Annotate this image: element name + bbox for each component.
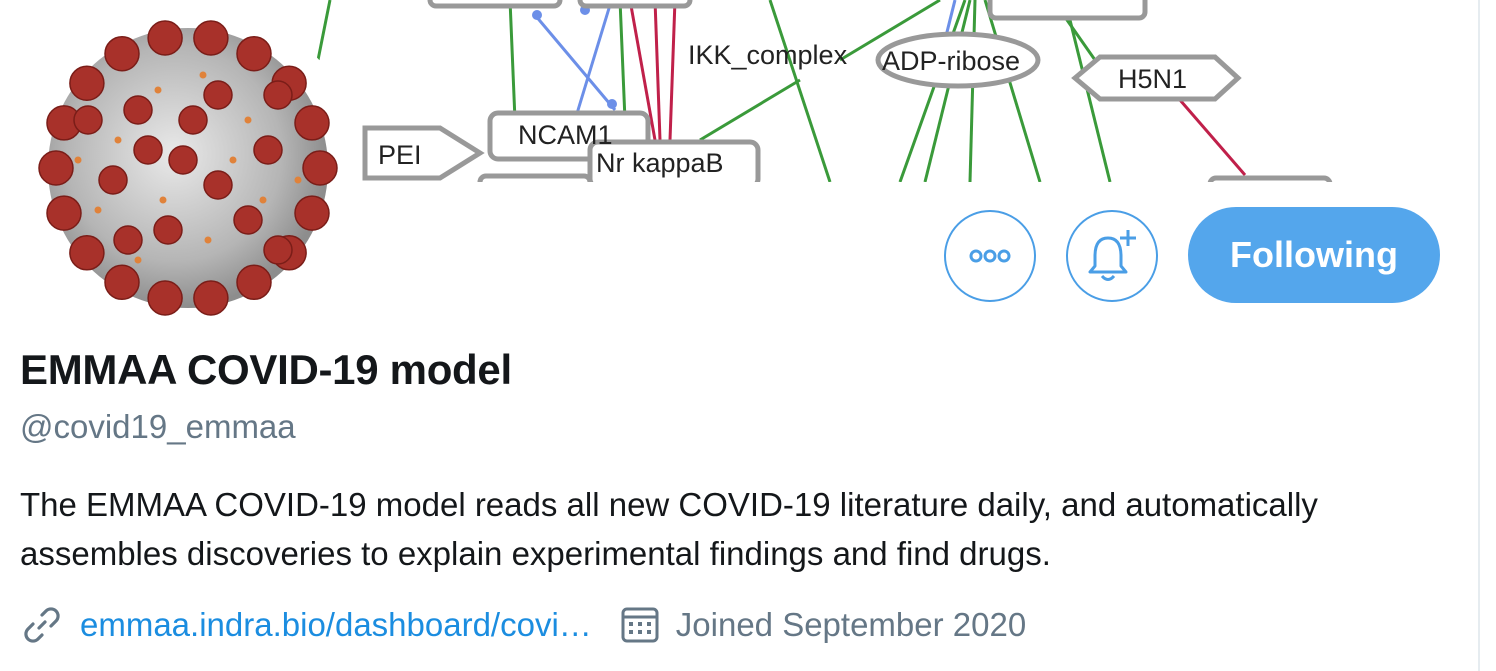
profile-meta: emmaa.indra.bio/dashboard/covi… Joined S… bbox=[20, 600, 1026, 650]
coronavirus-avatar-image bbox=[18, 0, 358, 330]
calendar-icon bbox=[620, 605, 660, 645]
profile-joined-date: Joined September 2020 bbox=[675, 606, 1027, 643]
more-dots-icon bbox=[969, 249, 1011, 263]
following-button[interactable]: Following bbox=[1188, 207, 1440, 303]
bell-plus-icon bbox=[1088, 230, 1136, 281]
profile-display-name: EMMAA COVID-19 model bbox=[20, 346, 512, 393]
link-icon bbox=[20, 603, 64, 647]
notifications-button[interactable] bbox=[1066, 210, 1158, 302]
profile-website-link[interactable]: emmaa.indra.bio/dashboard/covi… bbox=[80, 606, 592, 644]
node-adp-ribose: ADP-ribose bbox=[882, 46, 1020, 76]
profile-page: IKK_complex ADP-ribose H5N1 NCAM1 PEI Nr… bbox=[0, 0, 1496, 671]
profile-bio: The EMMAA COVID-19 model reads all new C… bbox=[20, 486, 1318, 572]
following-button-label: Following bbox=[1230, 234, 1398, 275]
column-divider bbox=[1478, 0, 1480, 671]
node-ncam1: NCAM1 bbox=[518, 120, 613, 150]
profile-handle: @covid19_emmaa bbox=[20, 408, 296, 445]
node-ikk-complex: IKK_complex bbox=[688, 40, 848, 70]
more-options-button[interactable] bbox=[944, 210, 1036, 302]
node-h5n1: H5N1 bbox=[1118, 64, 1187, 94]
node-nfkappab: Nr kappaB bbox=[596, 148, 724, 178]
node-pei: PEI bbox=[378, 140, 422, 170]
profile-avatar[interactable] bbox=[18, 0, 358, 330]
